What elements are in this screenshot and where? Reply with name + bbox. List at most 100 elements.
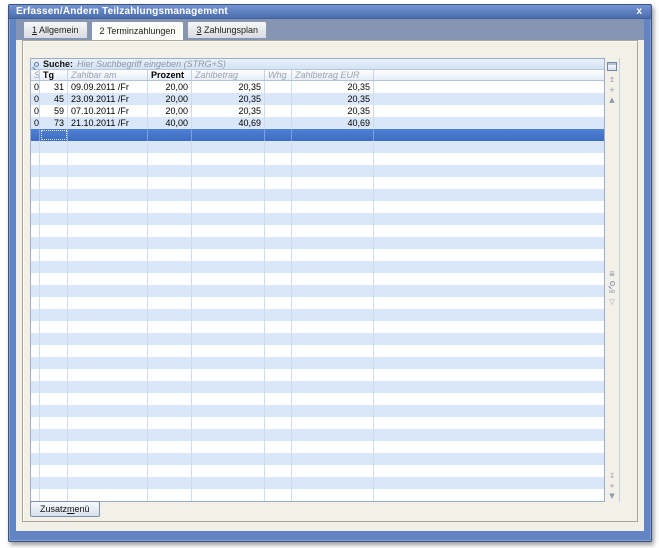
table-cell[interactable] bbox=[68, 429, 148, 441]
table-cell[interactable] bbox=[68, 489, 148, 501]
table-cell[interactable] bbox=[148, 201, 192, 213]
table-cell[interactable] bbox=[148, 213, 192, 225]
table-cell[interactable] bbox=[374, 285, 604, 297]
table-cell[interactable]: 20,35 bbox=[292, 93, 374, 105]
table-cell[interactable]: 07.10.2011 /Fr bbox=[68, 105, 148, 117]
column-header-tg[interactable]: Tg bbox=[40, 70, 68, 80]
table-cell[interactable] bbox=[31, 273, 40, 285]
column-header-zahlbar-am[interactable]: Zahlbar am bbox=[68, 70, 148, 80]
table-cell[interactable] bbox=[68, 213, 148, 225]
table-cell[interactable]: 20,00 bbox=[148, 105, 192, 117]
table-cell[interactable] bbox=[31, 129, 40, 141]
table-cell[interactable] bbox=[265, 237, 292, 249]
table-cell[interactable] bbox=[374, 93, 604, 105]
table-cell[interactable] bbox=[192, 165, 265, 177]
table-cell[interactable] bbox=[40, 369, 68, 381]
table-cell[interactable]: 0 bbox=[31, 93, 40, 105]
filter-icon[interactable]: ▽ bbox=[609, 299, 614, 306]
table-cell[interactable] bbox=[40, 237, 68, 249]
table-row[interactable] bbox=[31, 345, 604, 357]
table-cell[interactable] bbox=[292, 477, 374, 489]
table-cell[interactable]: 40,69 bbox=[292, 117, 374, 129]
table-cell[interactable] bbox=[265, 117, 292, 129]
table-cell[interactable] bbox=[68, 201, 148, 213]
table-cell[interactable] bbox=[68, 321, 148, 333]
table-cell[interactable] bbox=[374, 369, 604, 381]
table-cell[interactable] bbox=[265, 345, 292, 357]
table-row[interactable] bbox=[31, 165, 604, 177]
table-cell[interactable] bbox=[292, 261, 374, 273]
table-cell[interactable] bbox=[68, 417, 148, 429]
table-cell[interactable] bbox=[68, 345, 148, 357]
column-header-zahlbetrag[interactable]: Zahlbetrag bbox=[192, 70, 265, 80]
table-cell[interactable]: 20,35 bbox=[192, 81, 265, 93]
table-cell[interactable] bbox=[374, 297, 604, 309]
table-cell[interactable]: 31 bbox=[40, 81, 68, 93]
table-cell[interactable] bbox=[148, 249, 192, 261]
table-cell[interactable] bbox=[148, 297, 192, 309]
table-cell[interactable] bbox=[374, 273, 604, 285]
table-cell[interactable] bbox=[192, 417, 265, 429]
table-cell[interactable] bbox=[68, 225, 148, 237]
table-cell[interactable] bbox=[374, 405, 604, 417]
table-cell[interactable] bbox=[292, 357, 374, 369]
table-cell[interactable] bbox=[374, 261, 604, 273]
table-cell[interactable] bbox=[265, 357, 292, 369]
table-row[interactable] bbox=[31, 309, 604, 321]
table-cell[interactable] bbox=[192, 441, 265, 453]
table-cell[interactable] bbox=[40, 345, 68, 357]
table-cell[interactable] bbox=[192, 345, 265, 357]
table-cell[interactable] bbox=[68, 285, 148, 297]
table-cell[interactable] bbox=[40, 189, 68, 201]
table-cell[interactable] bbox=[292, 165, 374, 177]
table-cell[interactable] bbox=[292, 345, 374, 357]
table-cell[interactable] bbox=[148, 465, 192, 477]
table-cell[interactable] bbox=[40, 141, 68, 153]
table-cell[interactable] bbox=[31, 297, 40, 309]
table-cell[interactable] bbox=[192, 381, 265, 393]
table-cell[interactable] bbox=[148, 309, 192, 321]
table-cell[interactable] bbox=[374, 177, 604, 189]
table-cell[interactable] bbox=[148, 381, 192, 393]
table-cell[interactable] bbox=[31, 477, 40, 489]
table-cell[interactable] bbox=[192, 285, 265, 297]
table-cell[interactable]: 0 bbox=[31, 81, 40, 93]
table-cell[interactable] bbox=[148, 333, 192, 345]
table-cell[interactable] bbox=[374, 477, 604, 489]
table-row[interactable] bbox=[31, 225, 604, 237]
zusatzmenu-button[interactable]: Zusatzmenü bbox=[30, 501, 100, 517]
table-cell[interactable]: 0 bbox=[31, 105, 40, 117]
table-cell[interactable] bbox=[374, 141, 604, 153]
table-row[interactable] bbox=[31, 153, 604, 165]
tab-zahlungsplan[interactable]: 3 Zahlungsplan bbox=[187, 21, 267, 38]
table-row[interactable] bbox=[31, 357, 604, 369]
table-cell[interactable] bbox=[31, 465, 40, 477]
table-cell[interactable] bbox=[265, 201, 292, 213]
table-cell[interactable] bbox=[31, 261, 40, 273]
table-cell[interactable] bbox=[192, 369, 265, 381]
table-cell[interactable] bbox=[292, 417, 374, 429]
append-row-icon[interactable]: + bbox=[609, 483, 615, 490]
table-cell[interactable] bbox=[148, 225, 192, 237]
column-header-s[interactable]: S bbox=[31, 70, 40, 80]
table-row[interactable]: 03109.09.2011 /Fr20,0020,3520,35 bbox=[31, 81, 604, 93]
table-cell[interactable] bbox=[68, 477, 148, 489]
table-cell[interactable] bbox=[292, 321, 374, 333]
table-cell[interactable] bbox=[40, 297, 68, 309]
table-cell[interactable] bbox=[292, 381, 374, 393]
table-cell[interactable] bbox=[40, 453, 68, 465]
column-header-whg[interactable]: Whg bbox=[265, 70, 292, 80]
table-cell[interactable] bbox=[292, 213, 374, 225]
table-row[interactable] bbox=[31, 321, 604, 333]
table-cell[interactable] bbox=[192, 249, 265, 261]
table-cell[interactable]: 73 bbox=[40, 117, 68, 129]
table-cell[interactable] bbox=[68, 369, 148, 381]
table-cell[interactable] bbox=[68, 393, 148, 405]
table-row[interactable] bbox=[31, 201, 604, 213]
table-cell[interactable] bbox=[374, 81, 604, 93]
table-cell[interactable] bbox=[292, 465, 374, 477]
table-cell[interactable] bbox=[292, 273, 374, 285]
table-cell[interactable] bbox=[68, 189, 148, 201]
scroll-up-icon[interactable]: ▲ bbox=[609, 97, 614, 104]
columns-icon[interactable]: ≣ bbox=[609, 271, 615, 278]
